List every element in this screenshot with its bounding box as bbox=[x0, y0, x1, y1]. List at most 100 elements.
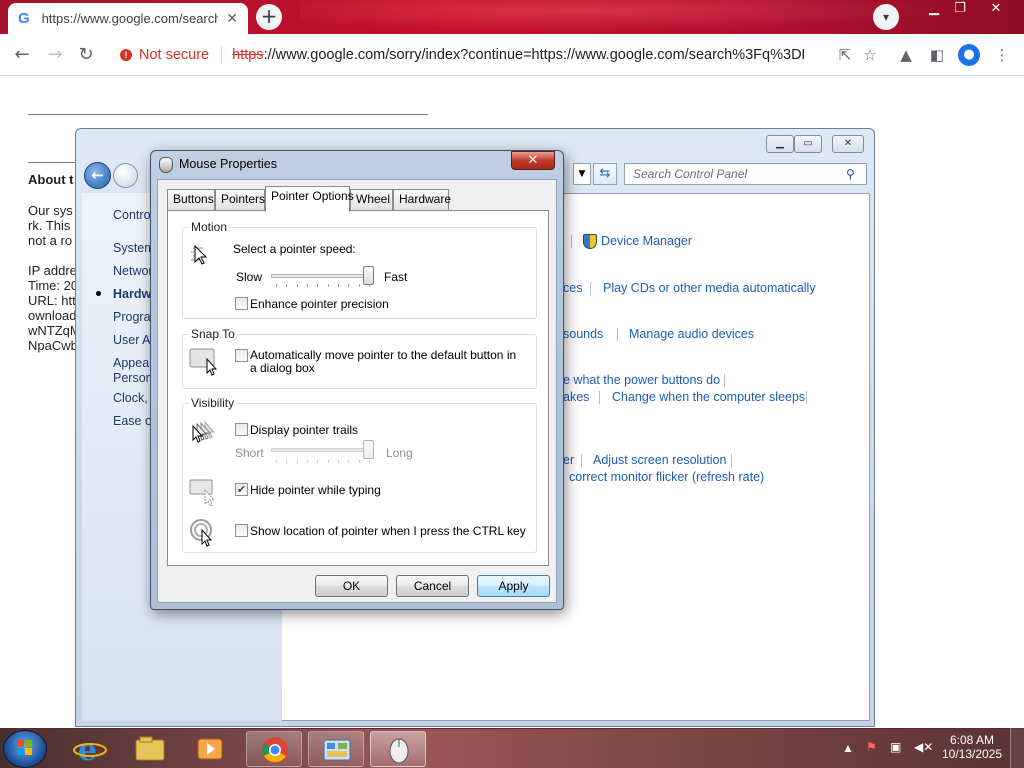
show-desktop-button[interactable] bbox=[1010, 728, 1024, 768]
slider-tick bbox=[327, 284, 329, 287]
extension-icon[interactable]: ▲ bbox=[894, 42, 918, 68]
manage-audio-link[interactable]: Manage audio devices bbox=[629, 327, 754, 341]
show-location-checkbox[interactable] bbox=[235, 524, 248, 537]
address-bar[interactable]: ! Not secure https ://www.google.com/sor… bbox=[112, 39, 884, 71]
cp-nav-hardware[interactable]: Hardwa bbox=[113, 287, 153, 301]
dialog-close-button[interactable]: ✕ bbox=[511, 151, 555, 170]
hide-pointer-label[interactable]: Hide pointer while typing bbox=[250, 483, 381, 497]
page-line: wNTZqM bbox=[28, 323, 76, 338]
apply-button[interactable]: Apply bbox=[477, 575, 550, 597]
pointer-trails-label[interactable]: Display pointer trails bbox=[250, 423, 358, 437]
cp-nav-ease-of-access[interactable]: Ease of bbox=[113, 414, 153, 428]
enhance-precision-label[interactable]: Enhance pointer precision bbox=[250, 297, 389, 311]
cp-nav-appearance[interactable]: Appear bbox=[113, 356, 153, 370]
file-explorer-taskbar-icon[interactable] bbox=[122, 731, 178, 767]
hide-pointer-checkbox[interactable]: ✔ bbox=[235, 483, 248, 496]
action-center-flag-icon[interactable]: ⚑ bbox=[866, 740, 877, 754]
new-tab-button[interactable]: + bbox=[256, 4, 282, 30]
link-separator bbox=[599, 391, 600, 404]
cp-nav-clock[interactable]: Clock, bbox=[113, 391, 153, 405]
devices-link-fragment[interactable]: ces bbox=[563, 281, 582, 295]
cp-back-icon[interactable]: ← bbox=[84, 162, 111, 189]
trails-slider-thumb[interactable] bbox=[363, 440, 374, 459]
visibility-group: Visibility Display pointer trails Short … bbox=[182, 396, 537, 553]
cp-close-button[interactable]: ✕ bbox=[832, 135, 864, 153]
cp-nav-user-accounts[interactable]: User Ac bbox=[113, 333, 153, 347]
chrome-taskbar-icon[interactable] bbox=[246, 731, 302, 767]
speed-slider-track[interactable] bbox=[271, 274, 374, 278]
tab-pointers[interactable]: Pointers bbox=[215, 189, 265, 210]
slider-tick bbox=[307, 460, 308, 463]
page-line: Our sys bbox=[28, 203, 73, 218]
profile-avatar[interactable]: ● bbox=[958, 44, 980, 66]
back-icon[interactable]: ← bbox=[9, 42, 35, 68]
slider-tick bbox=[317, 284, 319, 287]
visibility-group-label: Visibility bbox=[189, 396, 237, 410]
cp-minimize-button[interactable]: ▁ bbox=[766, 135, 794, 153]
clock[interactable]: 6:08 AM 10/13/2025 bbox=[940, 733, 1004, 761]
control-panel-taskbar-icon[interactable] bbox=[308, 731, 364, 767]
ok-button[interactable]: OK bbox=[315, 575, 388, 597]
restore-window-button[interactable]: ❐ bbox=[944, 0, 976, 18]
cp-forward-icon[interactable] bbox=[113, 163, 138, 188]
taskbar: e ▲ ⚑ ▣ ◀✕ 6:08 AM 10/13/2025 bbox=[0, 728, 1024, 768]
bookmark-star-icon[interactable]: ☆ bbox=[858, 42, 882, 68]
volume-muted-icon[interactable]: ◀✕ bbox=[914, 740, 933, 754]
trails-slider-track[interactable] bbox=[271, 448, 374, 452]
autoplay-link[interactable]: Play CDs or other media automatically bbox=[603, 281, 816, 295]
sounds-link-fragment[interactable]: sounds bbox=[563, 327, 603, 341]
snap-to-label[interactable]: Automatically move pointer to the defaul… bbox=[250, 349, 520, 375]
search-icon[interactable]: ⚲ bbox=[846, 167, 855, 181]
cp-nav-network[interactable]: Networ bbox=[113, 264, 153, 278]
network-icon[interactable]: ▣ bbox=[890, 740, 901, 754]
power-buttons-link[interactable]: e what the power buttons do bbox=[563, 373, 720, 387]
cp-nav-control-panel-home[interactable]: Contro bbox=[113, 208, 153, 222]
slider-tick bbox=[348, 460, 350, 463]
link-separator bbox=[590, 282, 591, 295]
slider-tick bbox=[286, 284, 288, 287]
cp-nav-personalization[interactable]: Persona bbox=[113, 371, 153, 385]
cp-search-input[interactable]: Search Control Panel bbox=[624, 163, 867, 185]
enhance-precision-checkbox[interactable] bbox=[235, 297, 248, 310]
pointer-trails-checkbox[interactable] bbox=[235, 423, 248, 436]
tab-wheel[interactable]: Wheel bbox=[350, 189, 393, 210]
menu-icon[interactable]: ⋮ bbox=[990, 42, 1014, 68]
internet-explorer-taskbar-icon[interactable]: e bbox=[62, 731, 118, 768]
display-link-fragment[interactable]: er bbox=[563, 453, 574, 467]
forward-icon[interactable]: → bbox=[42, 42, 68, 68]
wakes-link-fragment[interactable]: akes bbox=[563, 390, 589, 404]
adjust-resolution-link[interactable]: Adjust screen resolution bbox=[593, 453, 726, 467]
slider-tick bbox=[276, 284, 277, 287]
show-hidden-icons-icon[interactable]: ▲ bbox=[842, 741, 854, 755]
link-separator bbox=[724, 374, 725, 387]
speed-slider-thumb[interactable] bbox=[363, 266, 374, 285]
share-icon[interactable]: ⇱ bbox=[833, 42, 857, 68]
media-player-taskbar-icon[interactable] bbox=[182, 731, 238, 767]
close-window-button[interactable]: ✕ bbox=[980, 0, 1012, 18]
tab-buttons[interactable]: Buttons bbox=[167, 189, 215, 210]
slider-tick bbox=[338, 284, 339, 287]
browser-tab[interactable]: G https://www.google.com/search ✕ bbox=[8, 3, 248, 34]
cp-refresh-icon[interactable]: ⇆ bbox=[593, 163, 617, 185]
cancel-button[interactable]: Cancel bbox=[396, 575, 469, 597]
link-separator bbox=[731, 454, 732, 467]
tab-close-icon[interactable]: ✕ bbox=[226, 11, 238, 27]
side-panel-icon[interactable]: ◧ bbox=[925, 42, 949, 68]
mouse-properties-taskbar-icon[interactable] bbox=[370, 731, 426, 767]
cp-nav-system[interactable]: System bbox=[113, 241, 153, 255]
not-secure-label[interactable]: Not secure bbox=[139, 47, 209, 63]
reload-icon[interactable]: ↻ bbox=[73, 42, 99, 68]
cp-address-dropdown[interactable]: ▼ bbox=[573, 163, 591, 185]
snap-to-checkbox[interactable] bbox=[235, 349, 248, 362]
start-button[interactable] bbox=[3, 730, 47, 768]
show-location-label[interactable]: Show location of pointer when I press th… bbox=[250, 524, 526, 538]
cp-maximize-button[interactable]: ▭ bbox=[794, 135, 822, 153]
cp-nav-programs[interactable]: Progra bbox=[113, 310, 153, 324]
device-manager-link[interactable]: Device Manager bbox=[601, 234, 692, 248]
short-label: Short bbox=[235, 446, 264, 460]
tab-pointer-options[interactable]: Pointer Options bbox=[265, 186, 354, 212]
computer-sleeps-link[interactable]: Change when the computer sleeps bbox=[612, 390, 805, 404]
monitor-flicker-link[interactable]: correct monitor flicker (refresh rate) bbox=[569, 470, 764, 484]
tab-search-button[interactable]: ▾ bbox=[873, 4, 899, 30]
tab-hardware[interactable]: Hardware bbox=[393, 189, 451, 210]
